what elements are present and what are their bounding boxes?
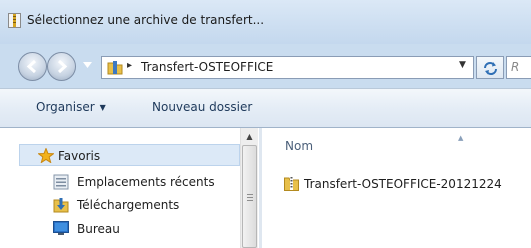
window-title: Sélectionnez une archive de transfert...	[27, 13, 265, 27]
file-list: Nom ▲ Transfert-OSTEOFFICE-20121224	[262, 128, 531, 248]
sort-ascending-icon: ▲	[458, 134, 464, 142]
file-name: Transfert-OSTEOFFICE-20121224	[304, 177, 502, 191]
search-input[interactable]: R	[506, 56, 531, 79]
command-bar: Organiser ▼ Nouveau dossier	[0, 88, 531, 128]
address-bar[interactable]: ▸ Transfert-OSTEOFFICE ▼	[101, 56, 474, 79]
refresh-icon	[484, 62, 497, 75]
forward-arrow-icon	[57, 59, 68, 74]
refresh-button[interactable]	[476, 56, 504, 79]
navigation-pane: Favoris Emplacements récents Téléchargem…	[0, 128, 259, 248]
folder-icon	[107, 61, 123, 75]
chevron-down-icon: ▼	[99, 103, 106, 112]
star-icon	[38, 148, 54, 163]
history-dropdown-icon[interactable]	[83, 62, 92, 68]
desktop-icon	[53, 221, 69, 235]
sidebar-item-favoris[interactable]: Favoris	[19, 144, 240, 166]
title-bar: Sélectionnez une archive de transfert...	[0, 0, 531, 44]
new-folder-button[interactable]: Nouveau dossier	[152, 100, 252, 114]
scroll-thumb[interactable]	[242, 145, 257, 248]
sidebar-item-emplacements-recents[interactable]: Emplacements récents	[0, 171, 240, 193]
organize-label: Organiser	[36, 100, 95, 114]
back-button[interactable]	[18, 52, 47, 81]
list-item[interactable]: Transfert-OSTEOFFICE-20121224	[284, 174, 531, 194]
sidebar-item-label: Bureau	[77, 222, 120, 236]
archive-document-icon	[8, 13, 21, 28]
sidebar-item-label: Emplacements récents	[77, 175, 215, 189]
search-placeholder: R	[511, 60, 520, 74]
recent-places-icon	[53, 174, 69, 190]
sidebar-item-label: Favoris	[58, 149, 101, 163]
zip-folder-icon	[284, 176, 299, 191]
breadcrumb-separator[interactable]: ▸	[127, 60, 132, 71]
address-path[interactable]: Transfert-OSTEOFFICE	[141, 60, 273, 74]
address-row: ▸ Transfert-OSTEOFFICE ▼ R	[0, 44, 531, 88]
organize-button[interactable]: Organiser ▼	[36, 100, 106, 114]
downloads-folder-icon	[53, 198, 69, 213]
sidebar-item-label: Téléchargements	[77, 198, 180, 212]
sidebar-item-bureau[interactable]: Bureau	[0, 218, 240, 240]
scroll-up-arrow-icon[interactable]: ▲	[241, 128, 258, 145]
sidebar-item-telechargements[interactable]: Téléchargements	[0, 194, 240, 216]
forward-button[interactable]	[47, 52, 76, 81]
address-dropdown-icon[interactable]: ▼	[459, 60, 466, 70]
column-header-name[interactable]: Nom	[285, 139, 313, 153]
nav-pane-scrollbar[interactable]: ▲	[240, 128, 258, 248]
back-arrow-icon	[26, 59, 37, 74]
grip-icon	[247, 194, 253, 201]
